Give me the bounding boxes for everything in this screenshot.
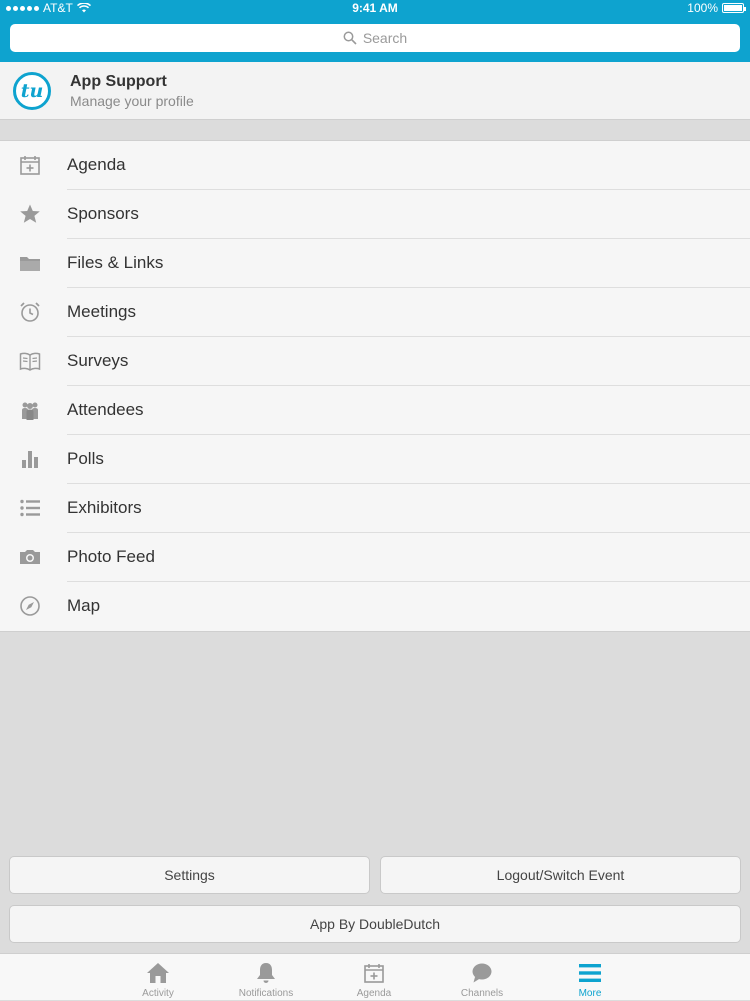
star-icon [18,202,42,226]
menu-item-label: Meetings [67,302,136,321]
menu-item-label: Map [67,596,101,615]
list-icon [18,496,42,520]
chat-bubble-icon [428,961,536,985]
tab-notifications[interactable]: Notifications [212,954,320,1001]
menu-item-sponsors[interactable]: Sponsors [0,190,750,239]
menu-item-exhibitors[interactable]: Exhibitors [0,484,750,533]
alarm-clock-icon [18,300,42,324]
bell-icon [212,961,320,985]
menu-item-label: Photo Feed [67,547,155,566]
menu-item-surveys[interactable]: Surveys [0,337,750,386]
tab-agenda[interactable]: Agenda [320,954,428,1001]
bar-chart-icon [18,447,42,471]
tab-more[interactable]: More [536,954,644,1001]
status-bar: AT&T 9:41 AM 100% [0,0,750,16]
profile-name: App Support [70,73,167,90]
battery-percent: 100% [687,1,718,15]
menu-item-label: Surveys [67,351,129,370]
tab-label: Channels [460,988,504,999]
calendar-add-icon [18,153,42,177]
people-icon [18,398,42,422]
tab-activity[interactable]: Activity [104,954,212,1001]
tab-label: Notifications [238,988,294,999]
logo-text: tu [21,80,44,102]
menu-item-meetings[interactable]: Meetings [0,288,750,337]
menu-item-attendees[interactable]: Attendees [0,386,750,435]
tab-label: Agenda [356,988,392,999]
book-icon [18,349,42,373]
search-placeholder: Search [362,30,408,46]
battery-icon [722,3,746,13]
menu-item-label: Attendees [67,400,144,419]
search-input[interactable]: Search [10,24,740,52]
menu-item-photo-feed[interactable]: Photo Feed [0,533,750,582]
logout-switch-event-button[interactable]: Logout/Switch Event [380,856,741,894]
menu-icon [536,961,644,985]
folder-icon [18,251,42,275]
clock: 9:41 AM [352,1,398,15]
tu-logo-icon: tu [21,80,44,102]
app-logo: tu [13,72,51,110]
menu-item-polls[interactable]: Polls [0,435,750,484]
compass-icon [18,594,42,618]
menu-item-label: Exhibitors [67,498,142,517]
menu-item-label: Agenda [67,155,126,174]
menu-item-agenda[interactable]: Agenda [0,141,750,190]
tab-label: Activity [142,988,174,999]
profile-subtitle: Manage your profile [70,93,194,109]
menu-item-label: Sponsors [67,204,139,223]
profile-row[interactable]: tu App Support Manage your profile [0,62,750,120]
camera-icon [18,545,42,569]
calendar-add-icon [320,961,428,985]
app-by-doubledutch-button[interactable]: App By DoubleDutch [9,905,741,943]
more-menu: Agenda Sponsors Files & Links Meetings S… [0,140,750,632]
menu-item-label: Polls [67,449,104,468]
tab-bar: Activity Notifications Agenda Channels M… [0,953,750,1000]
settings-button[interactable]: Settings [9,856,370,894]
home-icon [104,961,212,985]
header: AT&T 9:41 AM 100% Search [0,0,750,62]
menu-item-label: Files & Links [67,253,164,272]
tab-label: More [578,988,602,999]
menu-item-map[interactable]: Map [0,582,750,631]
battery-fill [724,5,742,11]
search-icon [343,31,357,45]
menu-item-files-links[interactable]: Files & Links [0,239,750,288]
tab-channels[interactable]: Channels [428,954,536,1001]
